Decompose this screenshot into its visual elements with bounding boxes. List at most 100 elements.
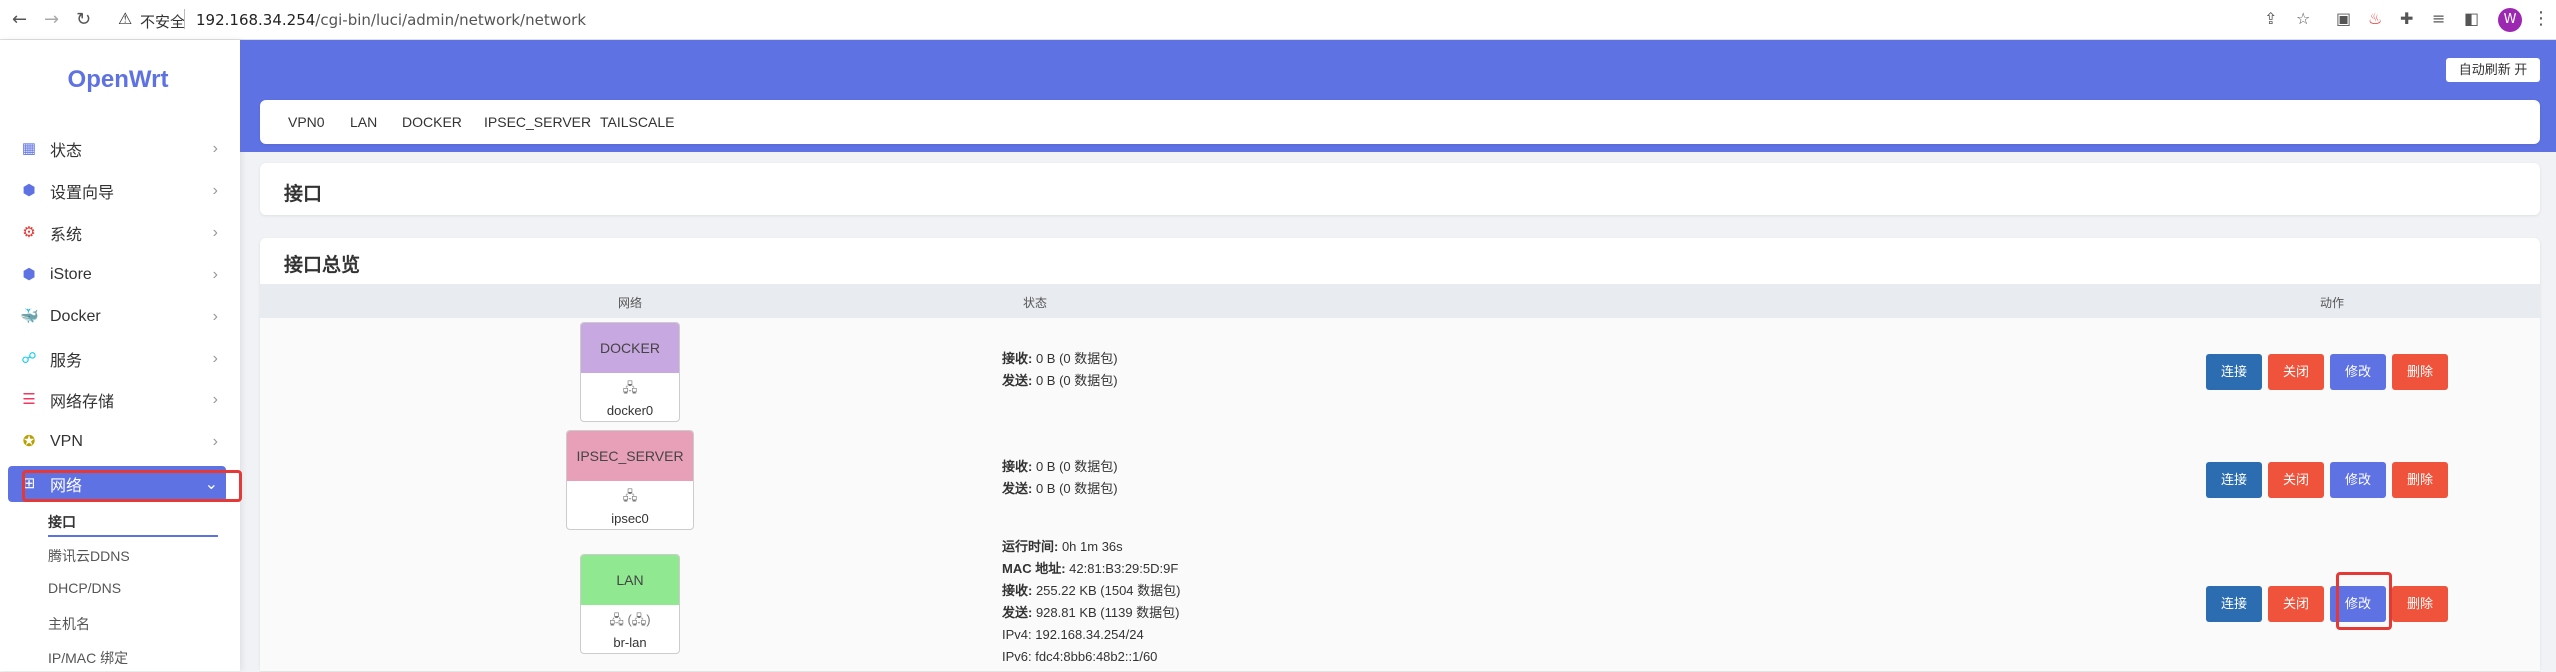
status-value: 0 B (0 数据包) [1032,373,1118,388]
close-button[interactable]: 关闭 [2268,462,2324,498]
status-key: 接收: [1002,459,1033,474]
overview-title: 接口总览 [284,255,361,276]
sidebar-item-wizard[interactable]: ⬢ 设置向导 › [8,173,226,209]
status-value: 0 B (0 数据包) [1032,459,1118,474]
sidebar-item-label: Docker [50,308,101,325]
address-bar[interactable]: 192.168.34.254/cgi-bin/luci/admin/networ… [196,11,586,29]
sidebar-item-label: 系统 [50,227,83,244]
address-separator [184,9,185,29]
interface-name: DOCKER [581,323,679,373]
table-header: 网络 状态 动作 [260,284,2540,318]
bookmark-star-icon[interactable]: ☆ [2296,9,2310,28]
sidebar-item-label: 设置向导 [50,185,115,202]
forward-icon[interactable]: → [44,9,59,30]
submenu-item-hostnames[interactable]: 主机名 [48,614,90,634]
tab-docker[interactable]: DOCKER [402,114,462,130]
chevron-right-icon: › [212,350,218,367]
logo[interactable]: OpenWrt [0,66,236,94]
delete-button[interactable]: 删除 [2392,354,2448,390]
connect-button[interactable]: 连接 [2206,586,2262,622]
interface-overview: 接口总览 网络 状态 动作 DOCKER 🖧 docker0 接收: 0 B (… [260,238,2540,672]
profile-avatar[interactable]: W [2498,8,2522,32]
sidebar-item-label: 状态 [50,143,83,160]
column-actions: 动作 [2320,296,2345,310]
close-button[interactable]: 关闭 [2268,586,2324,622]
status-value: 0 B (0 数据包) [1032,481,1118,496]
status-value: 192.168.34.254/24 [1031,627,1144,642]
cube-icon: ⬢ [22,182,36,199]
interface-name: LAN [581,555,679,605]
vpn-icon: ✪ [22,433,36,450]
sidebar-item-label: 服务 [50,353,83,370]
tab-lan[interactable]: LAN [350,114,377,130]
interface-device: docker0 [606,403,654,418]
delete-button[interactable]: 删除 [2392,462,2448,498]
status-key: IPv6: [1002,649,1032,664]
status-value: 255.22 KB (1504 数据包) [1032,583,1181,598]
status-value: 928.81 KB (1139 数据包) [1032,605,1180,620]
interface-badge-ipsec-server[interactable]: IPSEC_SERVER 🖧 ipsec0 [566,430,694,530]
url-host: 192.168.34.254 [196,11,316,29]
submenu-item-ip-mac-binding[interactable]: IP/MAC 绑定 [48,648,128,668]
column-status: 状态 [1023,296,1048,310]
tab-ipsec-server[interactable]: IPSEC_SERVER [484,114,591,130]
extension-save-icon[interactable]: ▣ [2336,9,2351,28]
dashboard-icon: ▦ [21,140,37,157]
edit-highlight-box [2336,572,2392,630]
docker-icon: 🐳 [20,308,39,325]
warning-icon[interactable]: ⚠ [118,9,132,28]
ethernet-port-icon: 🖧 (🖧) [609,612,651,627]
status-key: 接收: [1002,351,1033,366]
page-title-card: 接口 [260,163,2540,215]
sidebar-item-label: 网络存储 [50,394,115,411]
interface-badge-docker[interactable]: DOCKER 🖧 docker0 [580,322,680,422]
interface-status: 接收: 0 B (0 数据包) 发送: 0 B (0 数据包) [1002,456,1118,500]
chevron-right-icon: › [212,391,218,408]
sidebar-item-nas[interactable]: ☰ 网络存储 › [8,382,226,418]
sidebar-item-label: iStore [50,266,92,283]
submenu-item-interfaces[interactable]: 接口 [48,512,76,532]
close-button[interactable]: 关闭 [2268,354,2324,390]
edit-button[interactable]: 修改 [2330,354,2386,390]
connect-button[interactable]: 连接 [2206,354,2262,390]
sidebar-item-docker[interactable]: 🐳 Docker › [8,299,226,335]
share-icon[interactable]: ⇪ [2264,9,2277,28]
extensions-puzzle-icon[interactable]: ✚ [2400,9,2413,28]
status-value: 0 B (0 数据包) [1032,351,1118,366]
delete-button[interactable]: 删除 [2392,586,2448,622]
table-row: LAN 🖧 (🖧) br-lan 运行时间: 0h 1m 36s MAC 地址:… [260,534,2540,672]
sidebar-item-istore[interactable]: ⬢ iStore › [8,257,226,293]
active-submenu-underline [48,535,218,537]
chevron-right-icon: › [212,182,218,199]
sidebar-item-vpn[interactable]: ✪ VPN › [8,424,226,460]
interface-device: ipsec0 [611,511,649,526]
status-key: 发送: [1002,481,1033,496]
insecure-label[interactable]: 不安全 [140,11,185,32]
reading-list-icon[interactable]: ≡ [2432,9,2445,28]
extension-red-icon[interactable]: ♨ [2368,9,2382,28]
reload-icon[interactable]: ↻ [76,9,91,30]
status-key: 发送: [1002,373,1033,388]
browser-menu-icon[interactable]: ⋮ [2532,8,2550,29]
status-key: 运行时间: [1002,539,1059,554]
sidebar-item-status[interactable]: ▦ 状态 › [8,131,226,167]
side-panel-icon[interactable]: ◧ [2464,9,2479,28]
interface-device: br-lan [613,635,647,650]
status-value: fdc4:8bb6:48b2::1/60 [1031,649,1158,664]
sidebar-item-system[interactable]: ⚙ 系统 › [8,215,226,251]
chevron-right-icon: › [212,224,218,241]
tab-vpn0[interactable]: VPN0 [288,114,325,130]
interface-badge-lan[interactable]: LAN 🖧 (🖧) br-lan [580,554,680,654]
submenu-item-dhcp-dns[interactable]: DHCP/DNS [48,580,121,596]
back-icon[interactable]: ← [12,9,27,30]
sidebar-item-services[interactable]: ☍ 服务 › [8,341,226,377]
ethernet-port-icon: 🖧 [622,380,638,395]
column-network: 网络 [618,296,643,310]
edit-button[interactable]: 修改 [2330,462,2386,498]
tab-tailscale[interactable]: TAILSCALE [600,114,674,130]
connect-button[interactable]: 连接 [2206,462,2262,498]
status-key: MAC 地址: [1002,561,1066,576]
url-path: /cgi-bin/luci/admin/network/network [315,11,587,29]
submenu-item-ddns[interactable]: 腾讯云DDNS [48,546,130,566]
auto-refresh-button[interactable]: 自动刷新 开 [2446,58,2540,82]
